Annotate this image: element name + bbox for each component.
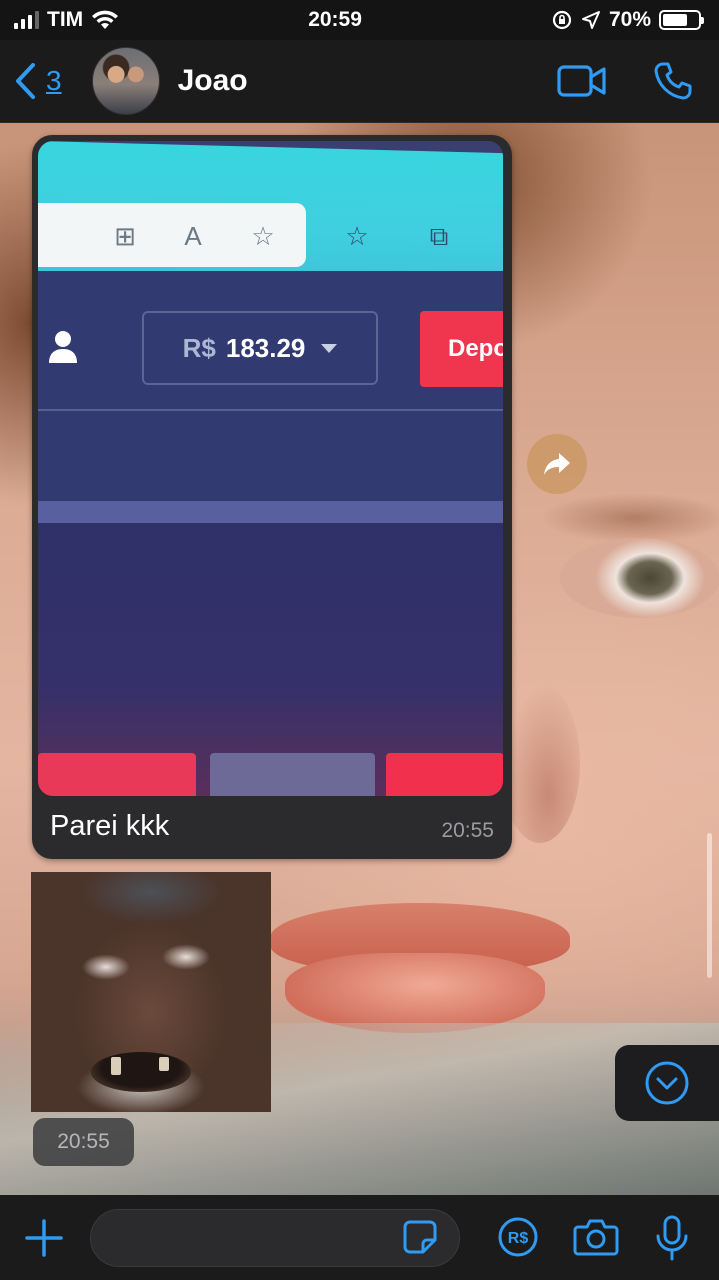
user-icon — [49, 331, 77, 363]
video-camera-icon[interactable] — [557, 64, 607, 98]
battery-icon — [659, 10, 704, 30]
sticker-button[interactable] — [400, 1217, 440, 1257]
microphone-button[interactable] — [652, 1213, 692, 1263]
payment-icon: R$ — [498, 1217, 538, 1257]
photo-tooth — [111, 1057, 121, 1075]
rotation-lock-icon — [552, 10, 572, 30]
phone-icon[interactable] — [653, 61, 693, 101]
favorite-icon: ☆ — [251, 221, 275, 251]
balance-box: R$ 183.29 — [142, 311, 378, 385]
site-button — [210, 753, 375, 796]
forward-button[interactable] — [527, 434, 587, 494]
add-tab-icon: ⊞ — [114, 221, 136, 251]
chat-screen: TIM 20:59 70% 3 Joao ⊞ A ☆ ☆ ⧉ R$ 183.29… — [0, 0, 719, 1280]
status-bar: TIM 20:59 70% — [0, 0, 719, 40]
photo-mouth — [91, 1052, 191, 1092]
clock: 20:59 — [308, 8, 362, 31]
wallpaper-lip — [285, 953, 545, 1033]
chevron-left-icon — [16, 63, 35, 99]
wallpaper-brow — [540, 493, 719, 543]
balance-amount: 183.29 — [225, 332, 306, 363]
caption-row: Parei kkk 20:55 — [38, 796, 504, 843]
payment-button[interactable]: R$ — [496, 1215, 540, 1259]
message-time: 20:55 — [33, 1118, 134, 1166]
battery-percent: 70% — [608, 8, 651, 31]
signal-icon — [14, 11, 39, 29]
contact-name[interactable]: Joao — [178, 64, 557, 98]
avatar[interactable] — [91, 47, 160, 115]
deposit-button: Depo — [420, 311, 503, 387]
microphone-icon — [656, 1215, 688, 1261]
status-right: 70% — [551, 8, 704, 32]
composer-bar: R$ — [0, 1195, 719, 1280]
battery-fill — [663, 14, 687, 26]
message-text-field[interactable] — [91, 1210, 391, 1266]
status-left: TIM — [14, 8, 119, 32]
balance-currency: R$ — [182, 332, 216, 363]
message-time: 20:55 — [441, 819, 494, 842]
scroll-to-bottom-button[interactable] — [615, 1045, 719, 1121]
camera-button[interactable] — [572, 1215, 620, 1259]
chevron-down-icon — [645, 1061, 689, 1105]
attach-button[interactable] — [22, 1216, 66, 1260]
favorites-list-icon: ☆ — [345, 221, 369, 251]
unread-count: 3 — [46, 65, 62, 96]
wifi-icon — [92, 10, 119, 29]
photo-tooth — [159, 1057, 169, 1071]
collections-icon: ⧉ — [429, 221, 449, 251]
svg-text:R$: R$ — [508, 1230, 529, 1247]
plus-icon — [25, 1219, 63, 1257]
header-actions — [557, 61, 701, 101]
message-image[interactable]: ⊞ A ☆ ☆ ⧉ R$ 183.29 Depo — [38, 141, 503, 796]
location-icon — [581, 11, 600, 29]
wallpaper-nose — [500, 683, 580, 843]
back-button[interactable]: 3 — [14, 62, 62, 100]
site-divider — [38, 409, 503, 411]
message-caption: Parei kkk — [50, 810, 170, 842]
site-band — [38, 501, 503, 523]
site-button — [386, 753, 503, 796]
carrier-label: TIM — [47, 8, 84, 31]
read-aloud-icon: A — [184, 221, 202, 251]
caret-down-icon — [321, 343, 338, 353]
wallpaper-eye — [560, 538, 719, 618]
site-button — [38, 753, 196, 796]
message-image[interactable] — [31, 872, 271, 1112]
forward-icon — [544, 453, 570, 475]
chat-header: 3 Joao — [0, 40, 719, 123]
message-bubble[interactable]: ⊞ A ☆ ☆ ⧉ R$ 183.29 Depo Parei kkk 20:55 — [32, 135, 512, 859]
sticker-icon — [403, 1220, 437, 1254]
scrollbar[interactable] — [707, 833, 712, 978]
camera-icon — [573, 1219, 619, 1256]
